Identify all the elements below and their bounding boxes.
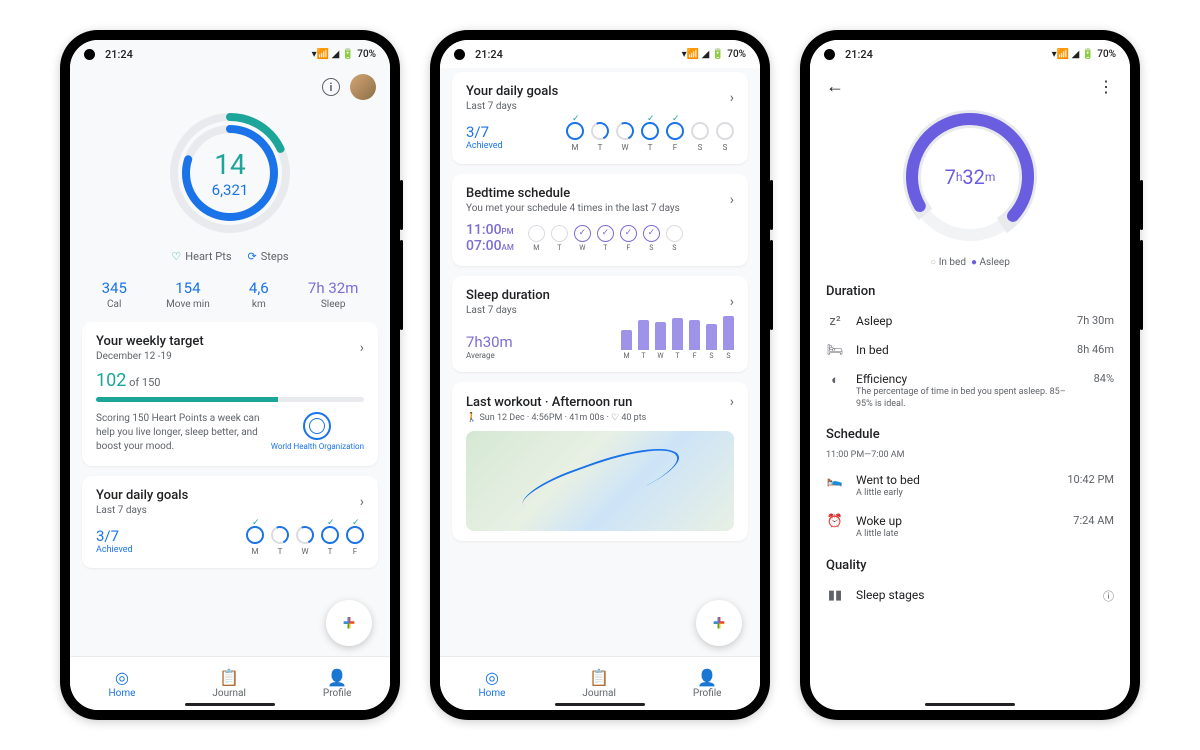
into-bed-icon: 🛌 [826, 473, 844, 488]
nav-home[interactable]: ◎Home [108, 668, 135, 699]
screen-home: 21:24 ▾📶 ◢ 🔋70% i 14 6,321 [70, 40, 390, 710]
sleep-duration-card[interactable]: Sleep durationLast 7 days› 7h30mAverage … [452, 276, 748, 372]
metric-went-to-bed[interactable]: 🛌 Went to bedA little early 10:42 PM [822, 466, 1118, 507]
sleep-legend: ○ In bed ● Asleep [822, 253, 1118, 280]
stats-row[interactable]: 345Cal 154Move min 4,6km 7h 32mSleep [82, 273, 378, 322]
gesture-bar [185, 703, 275, 706]
alarm-icon: ⏰ [826, 514, 844, 529]
chevron-right-icon: › [360, 494, 364, 510]
weekly-target-card[interactable]: Your weekly target December 12 -19 › 102… [82, 322, 378, 466]
chevron-right-icon: › [730, 90, 734, 106]
status-bar: 21:24 ▾📶 ◢ 🔋70% [810, 40, 1130, 68]
metric-asleep[interactable]: z² Asleep 7h 30m [822, 307, 1118, 336]
nav-profile[interactable]: 👤Profile [693, 668, 722, 699]
info-icon[interactable]: ⓘ [1103, 588, 1114, 604]
sleep-bar [638, 320, 649, 350]
progress-bar [96, 397, 364, 402]
bedtime-card[interactable]: Bedtime scheduleYou met your schedule 4 … [452, 174, 748, 266]
workout-map[interactable] [466, 431, 734, 531]
bedtime-day: ✓ [643, 225, 660, 242]
metric-efficiency[interactable]: ◐ EfficiencyThe percentage of time in be… [822, 365, 1118, 417]
daily-goals-card[interactable]: Your daily goalsLast 7 days › 3/7Achieve… [452, 72, 748, 164]
metric-woke-up[interactable]: ⏰ Woke upA little late 7:24 AM [822, 507, 1118, 548]
status-bar: 21:24 ▾📶 ◢ 🔋70% [440, 40, 760, 68]
status-bar: 21:24 ▾📶 ◢ 🔋70% [70, 40, 390, 68]
section-duration: Duration [822, 280, 1118, 307]
sleep-bar [672, 318, 683, 350]
section-schedule: Schedule [822, 417, 1118, 450]
nav-journal[interactable]: 📋Journal [582, 668, 616, 699]
screen-sleep-detail: 21:24 ▾📶 ◢ 🔋70% ← ⋮ 7h 32m ○ In be [810, 40, 1130, 710]
heart-pts-value: 14 [214, 148, 245, 181]
nav-home[interactable]: ◎Home [478, 668, 505, 699]
efficiency-icon: ◐ [826, 372, 844, 388]
more-icon[interactable]: ⋮ [1098, 77, 1114, 96]
bedtime-day: ✓ [620, 225, 637, 242]
bottom-nav: ◎Home 📋Journal 👤Profile [70, 656, 390, 710]
fab-add-button[interactable]: + [696, 600, 742, 646]
ring-legend: ♡Heart Pts ⟳Steps [82, 244, 378, 273]
bedtime-day [666, 225, 683, 242]
sleep-ring: 7h 32m [822, 101, 1118, 253]
metric-sleep-stages[interactable]: ▮▮ Sleep stages ⓘ [822, 581, 1118, 611]
bed-icon: 🛏 [826, 343, 844, 358]
phone-frame-2: 21:24 ▾📶 ◢ 🔋70% Your daily goalsLast 7 d… [430, 30, 770, 720]
section-quality: Quality [822, 548, 1118, 581]
bedtime-day: ✓ [574, 225, 591, 242]
bedtime-day [528, 225, 545, 242]
sleep-bar [706, 324, 717, 350]
chevron-right-icon: › [360, 340, 364, 356]
phone-frame-1: 21:24 ▾📶 ◢ 🔋70% i 14 6,321 [60, 30, 400, 720]
screen-cards: 21:24 ▾📶 ◢ 🔋70% Your daily goalsLast 7 d… [440, 40, 760, 710]
bedtime-day: ✓ [597, 225, 614, 242]
steps-value: 6,321 [212, 181, 249, 199]
camera-icon [84, 49, 95, 60]
sleep-bar [621, 330, 632, 350]
last-workout-card[interactable]: Last workout · Afternoon run› 🚶 Sun 12 D… [452, 382, 748, 541]
who-logo: World Health Organization [271, 412, 364, 451]
sleep-bar [655, 322, 666, 350]
avatar[interactable] [350, 74, 376, 100]
nav-profile[interactable]: 👤Profile [323, 668, 352, 699]
metric-inbed[interactable]: 🛏 In bed 8h 46m [822, 336, 1118, 365]
fab-add-button[interactable]: + [326, 600, 372, 646]
status-icons: ▾📶 ◢ 🔋70% [312, 49, 376, 60]
plus-icon: + [343, 611, 355, 636]
activity-ring[interactable]: 14 6,321 [82, 102, 378, 244]
info-icon[interactable]: i [322, 78, 340, 96]
nav-journal[interactable]: 📋Journal [212, 668, 246, 699]
sleep-bar [723, 316, 734, 350]
sleep-zzz-icon: z² [826, 314, 844, 329]
bedtime-day [551, 225, 568, 242]
sleep-bar [689, 320, 700, 350]
phone-frame-3: 21:24 ▾📶 ◢ 🔋70% ← ⋮ 7h 32m ○ In be [800, 30, 1140, 720]
bars-icon: ▮▮ [826, 588, 844, 603]
back-button[interactable]: ← [826, 76, 844, 97]
daily-goals-card[interactable]: Your daily goals Last 7 days › 3/7 Achie… [82, 476, 378, 568]
status-time: 21:24 [105, 48, 133, 61]
